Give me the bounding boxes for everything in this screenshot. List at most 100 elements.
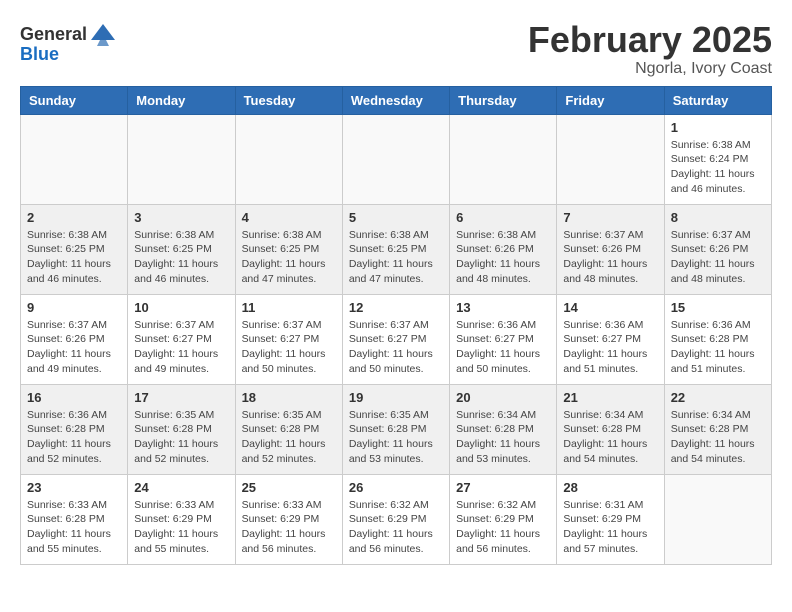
calendar-header-row: Sunday Monday Tuesday Wednesday Thursday… (21, 86, 772, 114)
col-friday: Friday (557, 86, 664, 114)
day-number: 27 (456, 480, 550, 495)
day-info: Sunrise: 6:33 AM Sunset: 6:28 PM Dayligh… (27, 498, 121, 557)
day-number: 9 (27, 300, 121, 315)
day-info: Sunrise: 6:38 AM Sunset: 6:25 PM Dayligh… (242, 228, 336, 287)
day-number: 15 (671, 300, 765, 315)
day-info: Sunrise: 6:36 AM Sunset: 6:28 PM Dayligh… (27, 408, 121, 467)
table-row: 3 Sunrise: 6:38 AM Sunset: 6:25 PM Daylig… (128, 204, 235, 294)
table-row: 7Sunrise: 6:37 AM Sunset: 6:26 PM Daylig… (557, 204, 664, 294)
day-number: 4 (242, 210, 336, 225)
table-row: 18 Sunrise: 6:35 AM Sunset: 6:28 PM Dayli… (235, 384, 342, 474)
logo-icon (89, 20, 117, 48)
day-number: 23 (27, 480, 121, 495)
day-info: Sunrise: 6:38 AM Sunset: 6:25 PM Dayligh… (27, 228, 121, 287)
table-row: 24Sunrise: 6:33 AM Sunset: 6:29 PM Dayli… (128, 474, 235, 564)
day-number: 25 (242, 480, 336, 495)
day-number: 5 (349, 210, 443, 225)
page-header: General Blue February 2025 Ngorla, Ivory… (20, 20, 772, 78)
day-info: Sunrise: 6:36 AM Sunset: 6:27 PM Dayligh… (456, 318, 550, 377)
day-info: Sunrise: 6:37 AM Sunset: 6:27 PM Dayligh… (349, 318, 443, 377)
table-row: 1 Sunrise: 6:38 AM Sunset: 6:24 PM Daylig… (664, 114, 771, 204)
table-row: 12 Sunrise: 6:37 AM Sunset: 6:27 PM Dayli… (342, 294, 449, 384)
col-tuesday: Tuesday (235, 86, 342, 114)
logo-general: General (20, 24, 87, 45)
logo-text: General Blue (20, 20, 117, 65)
day-number: 13 (456, 300, 550, 315)
day-info: Sunrise: 6:35 AM Sunset: 6:28 PM Dayligh… (242, 408, 336, 467)
table-row (557, 114, 664, 204)
calendar-week-row: 9 Sunrise: 6:37 AM Sunset: 6:26 PM Daylig… (21, 294, 772, 384)
table-row: 27 Sunrise: 6:32 AM Sunset: 6:29 PM Dayli… (450, 474, 557, 564)
day-info: Sunrise: 6:38 AM Sunset: 6:26 PM Dayligh… (456, 228, 550, 287)
day-info: Sunrise: 6:38 AM Sunset: 6:25 PM Dayligh… (349, 228, 443, 287)
day-info: Sunrise: 6:34 AM Sunset: 6:28 PM Dayligh… (563, 408, 657, 467)
day-number: 6 (456, 210, 550, 225)
table-row: 25 Sunrise: 6:33 AM Sunset: 6:29 PM Dayli… (235, 474, 342, 564)
table-row: 16 Sunrise: 6:36 AM Sunset: 6:28 PM Dayli… (21, 384, 128, 474)
day-number: 1 (671, 120, 765, 135)
day-info: Sunrise: 6:33 AM Sunset: 6:29 PM Dayligh… (242, 498, 336, 557)
table-row: 9 Sunrise: 6:37 AM Sunset: 6:26 PM Daylig… (21, 294, 128, 384)
table-row: 5 Sunrise: 6:38 AM Sunset: 6:25 PM Daylig… (342, 204, 449, 294)
table-row: 21Sunrise: 6:34 AM Sunset: 6:28 PM Dayli… (557, 384, 664, 474)
day-number: 18 (242, 390, 336, 405)
day-info: Sunrise: 6:36 AM Sunset: 6:28 PM Dayligh… (671, 318, 765, 377)
day-info: Sunrise: 6:32 AM Sunset: 6:29 PM Dayligh… (456, 498, 550, 557)
day-info: Sunrise: 6:37 AM Sunset: 6:26 PM Dayligh… (27, 318, 121, 377)
day-info: Sunrise: 6:36 AM Sunset: 6:27 PM Dayligh… (563, 318, 657, 377)
col-wednesday: Wednesday (342, 86, 449, 114)
day-info: Sunrise: 6:31 AM Sunset: 6:29 PM Dayligh… (563, 498, 657, 557)
col-monday: Monday (128, 86, 235, 114)
month-title: February 2025 (528, 20, 772, 60)
day-info: Sunrise: 6:37 AM Sunset: 6:26 PM Dayligh… (563, 228, 657, 287)
day-info: Sunrise: 6:35 AM Sunset: 6:28 PM Dayligh… (349, 408, 443, 467)
table-row: 19 Sunrise: 6:35 AM Sunset: 6:28 PM Dayli… (342, 384, 449, 474)
day-number: 20 (456, 390, 550, 405)
logo-blue: Blue (20, 44, 59, 64)
table-row (342, 114, 449, 204)
day-info: Sunrise: 6:34 AM Sunset: 6:28 PM Dayligh… (671, 408, 765, 467)
location-subtitle: Ngorla, Ivory Coast (528, 60, 772, 78)
table-row: 17 Sunrise: 6:35 AM Sunset: 6:28 PM Dayli… (128, 384, 235, 474)
day-number: 22 (671, 390, 765, 405)
day-number: 11 (242, 300, 336, 315)
table-row: 11 Sunrise: 6:37 AM Sunset: 6:27 PM Dayli… (235, 294, 342, 384)
day-info: Sunrise: 6:33 AM Sunset: 6:29 PM Dayligh… (134, 498, 228, 557)
table-row: 15 Sunrise: 6:36 AM Sunset: 6:28 PM Dayli… (664, 294, 771, 384)
day-number: 10 (134, 300, 228, 315)
day-info: Sunrise: 6:35 AM Sunset: 6:28 PM Dayligh… (134, 408, 228, 467)
table-row: 20 Sunrise: 6:34 AM Sunset: 6:28 PM Dayli… (450, 384, 557, 474)
table-row: 13 Sunrise: 6:36 AM Sunset: 6:27 PM Dayli… (450, 294, 557, 384)
day-number: 16 (27, 390, 121, 405)
table-row (128, 114, 235, 204)
table-row (235, 114, 342, 204)
day-number: 17 (134, 390, 228, 405)
day-number: 3 (134, 210, 228, 225)
title-block: February 2025 Ngorla, Ivory Coast (528, 20, 772, 78)
day-number: 14 (563, 300, 657, 315)
day-number: 19 (349, 390, 443, 405)
table-row: 14 Sunrise: 6:36 AM Sunset: 6:27 PM Dayli… (557, 294, 664, 384)
table-row: 4 Sunrise: 6:38 AM Sunset: 6:25 PM Daylig… (235, 204, 342, 294)
table-row: 22 Sunrise: 6:34 AM Sunset: 6:28 PM Dayli… (664, 384, 771, 474)
col-sunday: Sunday (21, 86, 128, 114)
day-info: Sunrise: 6:38 AM Sunset: 6:24 PM Dayligh… (671, 138, 765, 197)
col-thursday: Thursday (450, 86, 557, 114)
day-number: 8 (671, 210, 765, 225)
calendar-week-row: 1 Sunrise: 6:38 AM Sunset: 6:24 PM Daylig… (21, 114, 772, 204)
day-info: Sunrise: 6:37 AM Sunset: 6:26 PM Dayligh… (671, 228, 765, 287)
day-number: 26 (349, 480, 443, 495)
table-row (664, 474, 771, 564)
calendar-week-row: 23 Sunrise: 6:33 AM Sunset: 6:28 PM Dayli… (21, 474, 772, 564)
day-info: Sunrise: 6:37 AM Sunset: 6:27 PM Dayligh… (242, 318, 336, 377)
table-row: 2Sunrise: 6:38 AM Sunset: 6:25 PM Daylig… (21, 204, 128, 294)
day-info: Sunrise: 6:34 AM Sunset: 6:28 PM Dayligh… (456, 408, 550, 467)
col-saturday: Saturday (664, 86, 771, 114)
calendar-week-row: 2Sunrise: 6:38 AM Sunset: 6:25 PM Daylig… (21, 204, 772, 294)
table-row (21, 114, 128, 204)
table-row: 6 Sunrise: 6:38 AM Sunset: 6:26 PM Daylig… (450, 204, 557, 294)
calendar-week-row: 16 Sunrise: 6:36 AM Sunset: 6:28 PM Dayli… (21, 384, 772, 474)
calendar-table: Sunday Monday Tuesday Wednesday Thursday… (20, 86, 772, 565)
day-number: 12 (349, 300, 443, 315)
day-info: Sunrise: 6:38 AM Sunset: 6:25 PM Dayligh… (134, 228, 228, 287)
